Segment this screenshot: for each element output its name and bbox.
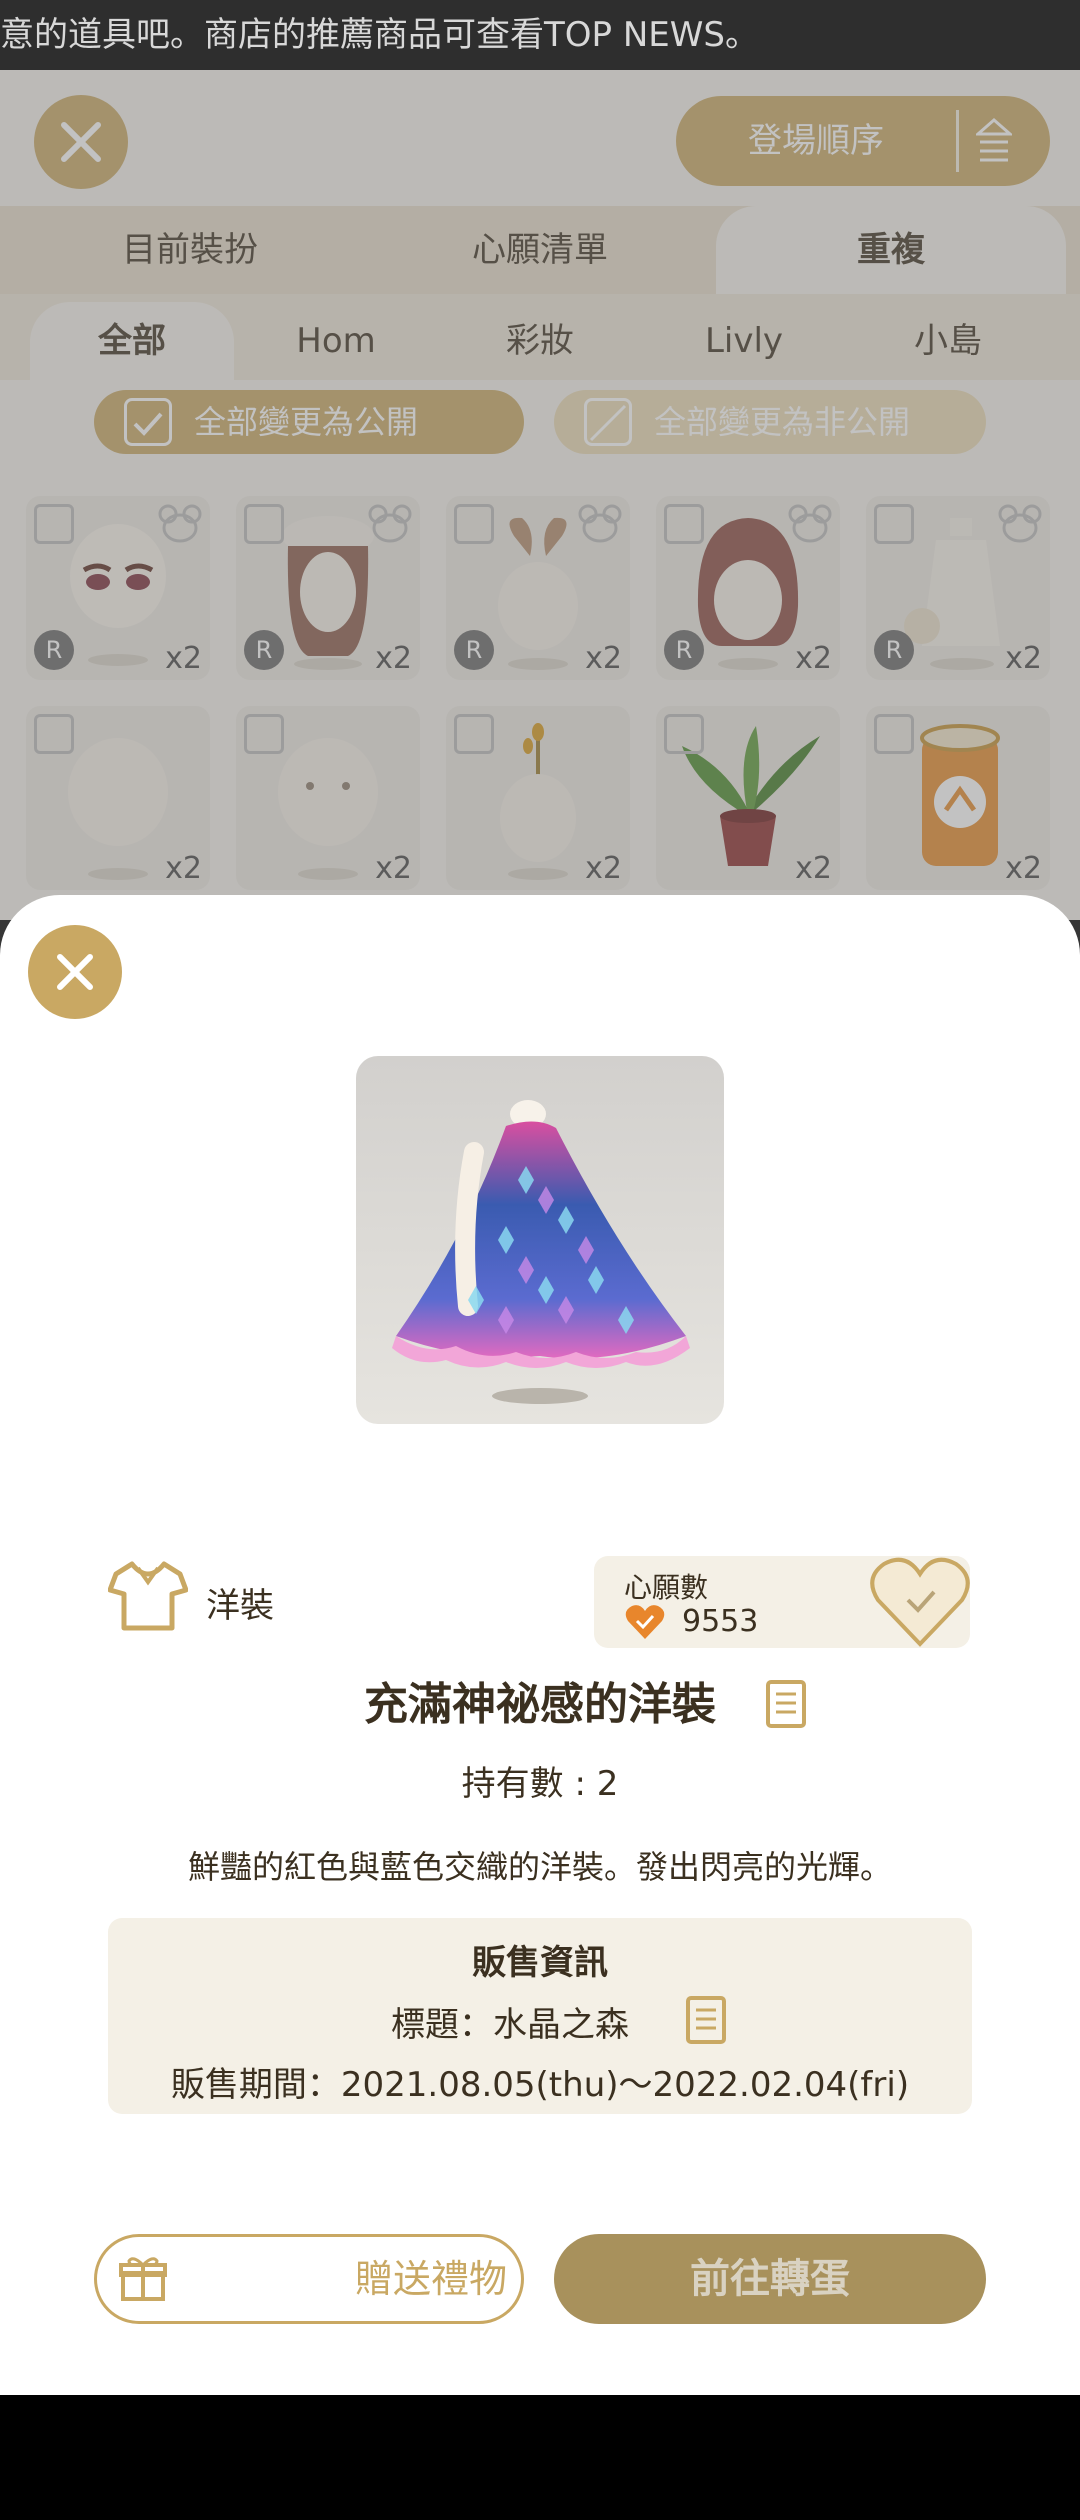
modal-backdrop[interactable]	[0, 70, 1080, 970]
add-wish-heart-button[interactable]	[868, 1554, 972, 1650]
wish-count-value: 9553	[682, 1604, 759, 1639]
item-name: 充滿神祕感的洋裝	[364, 1679, 716, 1730]
sale-info-title: 販售資訊	[472, 1943, 608, 1983]
gift-icon	[119, 2257, 167, 2301]
sale-period: 販售期間：2021.08.05(thu)～2022.02.04(fri)	[170, 2065, 910, 2105]
send-gift-label: 贈送禮物	[354, 2257, 507, 2301]
owned-count: 持有數 : 2	[461, 1764, 619, 1804]
close-icon	[57, 954, 93, 990]
item-preview	[356, 1056, 724, 1424]
news-ticker-text: 意的道具吧。商店的推薦商品可查看TOP NEWS。	[0, 15, 759, 55]
wish-count-title: 心願數	[624, 1571, 709, 1604]
copy-name-icon[interactable]	[766, 1680, 806, 1728]
go-to-gacha-button[interactable]: 前往轉蛋	[554, 2234, 986, 2324]
category-label: 洋裝	[206, 1586, 274, 1626]
dress-image	[392, 1100, 690, 1404]
dress-category-icon	[108, 1561, 188, 1631]
close-detail-button[interactable]	[28, 925, 122, 1019]
copy-title-icon[interactable]	[686, 1996, 726, 2044]
sale-info-label: 標題：水晶之森	[391, 2005, 629, 2045]
news-ticker: 意的道具吧。商店的推薦商品可查看TOP NEWS。	[0, 0, 1080, 70]
heart-icon	[625, 1605, 665, 1639]
item-description: 鮮豔的紅色與藍色交織的洋裝。發出閃亮的光輝。	[187, 1848, 892, 1886]
send-gift-button[interactable]: 贈送禮物	[94, 2234, 524, 2324]
